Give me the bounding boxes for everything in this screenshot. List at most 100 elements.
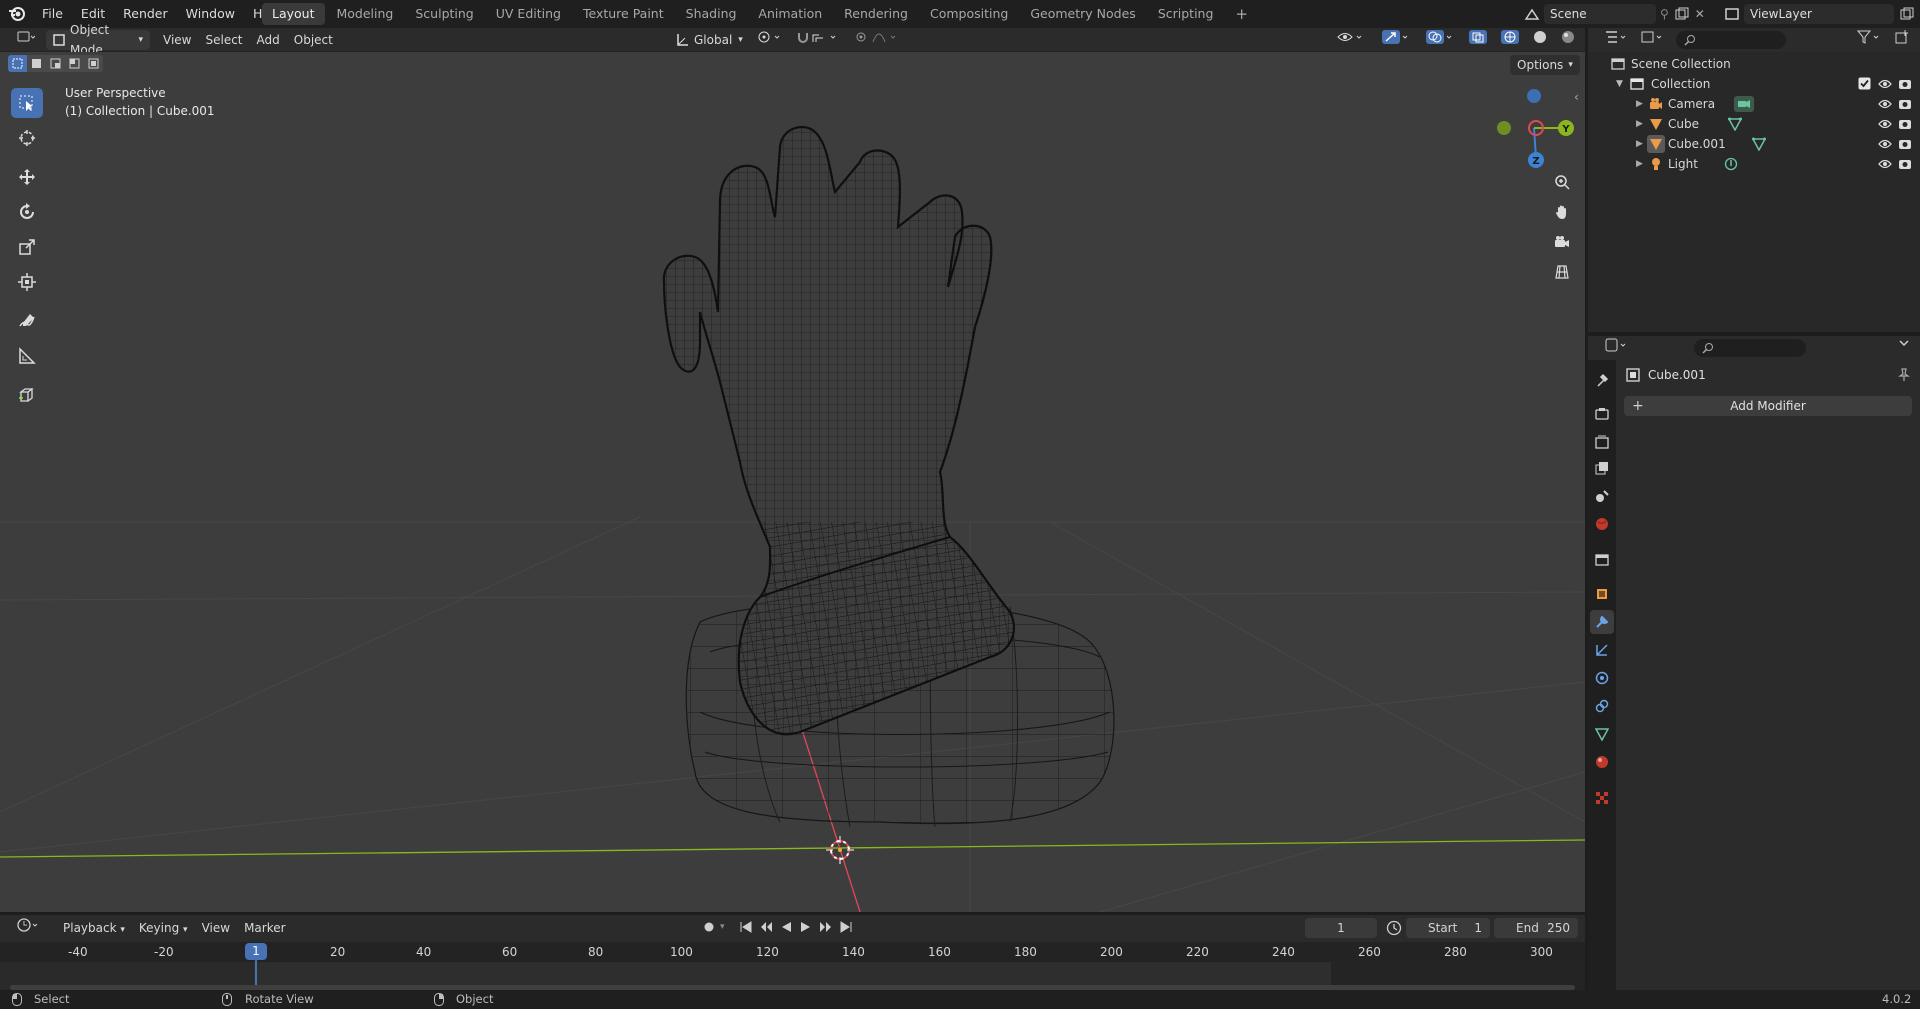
annotate-tool[interactable] [11,306,43,336]
move-tool[interactable] [11,162,43,192]
eye-icon[interactable] [1878,138,1892,150]
mesh-data-tab-icon[interactable] [1590,722,1614,746]
render-camera-icon[interactable] [1898,117,1912,131]
add-workspace-button[interactable]: + [1225,3,1258,25]
scene-selector[interactable]: Scene ⚲ ✕ [1524,4,1705,24]
light-data-icon[interactable] [1724,157,1738,171]
overlays-icon[interactable] [1418,30,1462,50]
sidebar-toggle-icon[interactable]: ‹ [1574,90,1579,104]
object-tab-icon[interactable] [1590,582,1614,606]
pan-hand-icon[interactable] [1550,200,1574,224]
scene-tab-icon[interactable] [1590,484,1614,508]
tab-compositing[interactable]: Compositing [920,3,1018,25]
clock-icon[interactable] [1386,920,1402,936]
camera-data-icon[interactable] [1734,96,1754,112]
tab-modeling[interactable]: Modeling [327,3,404,25]
outliner-editor-type-icon[interactable] [1598,30,1634,50]
tab-texture-paint[interactable]: Texture Paint [573,3,674,25]
menu-add[interactable]: Add [250,30,287,50]
timeline-ruler[interactable]: -40 -20 1 20 40 60 80 100 120 140 160 18… [0,942,1585,994]
tab-shading[interactable]: Shading [676,3,747,25]
add-modifier-button[interactable]: + Add Modifier [1624,396,1912,416]
scale-tool[interactable] [11,232,43,262]
constraints-tab-icon[interactable] [1590,694,1614,718]
menu-playback[interactable]: Playback ▾ [56,918,132,938]
pivot-point-icon[interactable] [750,30,790,50]
record-icon[interactable] [702,920,716,934]
jump-end-icon[interactable] [839,920,853,934]
xray-toggle-icon[interactable] [1462,30,1494,50]
collection-tab-icon[interactable] [1590,548,1614,572]
tab-rendering[interactable]: Rendering [834,3,918,25]
render-tab-icon[interactable] [1590,402,1614,426]
chevron-down-icon[interactable]: ▾ [720,922,725,932]
outliner-item-camera[interactable]: ▶ Camera [1588,94,1920,114]
display-mode-icon[interactable] [1634,30,1670,50]
expand-down-icon[interactable]: ▼ [1616,74,1623,94]
tab-scripting[interactable]: Scripting [1148,3,1224,25]
physics-tab-icon[interactable] [1590,666,1614,690]
render-camera-icon[interactable] [1898,77,1912,91]
tab-layout[interactable]: Layout [262,3,325,25]
pin-icon[interactable]: ⚲ [1660,7,1669,21]
expand-right-icon[interactable]: ▶ [1636,134,1643,154]
menu-object[interactable]: Object [287,30,340,50]
pin-icon[interactable] [1898,368,1910,382]
world-tab-icon[interactable] [1590,512,1614,536]
proportional-editing-icon[interactable] [848,30,906,50]
menu-select[interactable]: Select [198,30,249,50]
material-shading-icon[interactable] [1554,30,1582,50]
select-new-icon[interactable] [8,55,27,72]
ortho-grid-icon[interactable] [1550,260,1574,284]
tab-uv-editing[interactable]: UV Editing [486,3,571,25]
3d-cursor-icon[interactable] [826,836,854,864]
viewlayer-selector[interactable]: ViewLayer ✕ [1724,4,1920,24]
expand-right-icon[interactable]: ▶ [1636,114,1643,134]
new-scene-icon[interactable] [1675,7,1689,21]
delete-scene-icon[interactable]: ✕ [1695,7,1705,21]
editor-type-icon[interactable] [10,30,42,50]
wireframe-shading-icon[interactable] [1494,30,1526,50]
modifier-tab-icon[interactable] [1590,610,1614,634]
end-frame-field[interactable]: End 250 [1494,918,1578,938]
zoom-icon[interactable] [1550,170,1574,194]
prev-keyframe-icon[interactable] [759,920,773,934]
playhead-frame-label[interactable]: 1 [245,943,267,960]
snap-icon[interactable] [790,30,848,50]
play-icon[interactable] [799,920,813,934]
options-dropdown[interactable]: Options ▾ [1510,55,1580,75]
eye-icon[interactable] [1878,78,1892,90]
jump-start-icon[interactable] [739,920,753,934]
add-cube-tool[interactable] [11,380,43,410]
tab-animation[interactable]: Animation [748,3,832,25]
output-tab-icon[interactable] [1590,430,1614,454]
outliner-collection[interactable]: ▼ Collection [1588,74,1920,94]
measure-tool[interactable] [11,341,43,371]
cursor-tool[interactable] [11,123,43,153]
rotate-tool[interactable] [11,197,43,227]
select-invert-icon[interactable] [65,55,84,72]
mesh-data-icon[interactable] [1728,117,1742,131]
gizmo-toggle-icon[interactable] [1374,30,1418,50]
current-frame-field[interactable]: 1 [1305,918,1377,938]
render-camera-icon[interactable] [1898,157,1912,171]
menu-view[interactable]: View [156,30,198,50]
transform-orientation-dropdown[interactable]: Global ▾ [668,30,750,50]
texture-tab-icon[interactable] [1590,786,1614,810]
new-viewlayer-icon[interactable] [1900,7,1914,21]
menu-file[interactable]: File [33,0,72,28]
render-camera-icon[interactable] [1898,97,1912,111]
outliner-item-cube[interactable]: ▶ Cube [1588,114,1920,134]
menu-keying[interactable]: Keying ▾ [132,918,195,938]
tab-geometry-nodes[interactable]: Geometry Nodes [1020,3,1145,25]
select-subtract-icon[interactable] [46,55,65,72]
menu-window[interactable]: Window [177,0,244,28]
properties-search-input[interactable] [1694,339,1806,357]
eye-icon[interactable] [1878,118,1892,130]
navigation-gizmo[interactable]: Y Z [1497,89,1574,168]
object-mode-dropdown[interactable]: Object Mode ▾ [46,23,150,57]
outliner-scene-collection[interactable]: Scene Collection [1588,54,1920,74]
expand-right-icon[interactable]: ▶ [1636,154,1643,174]
render-camera-icon[interactable] [1898,137,1912,151]
solid-shading-icon[interactable] [1526,30,1554,50]
